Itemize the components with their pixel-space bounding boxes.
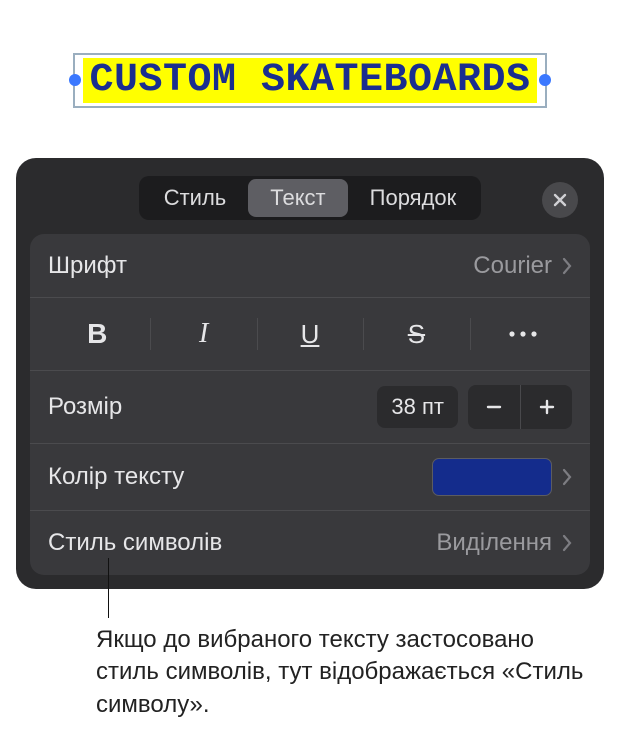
size-row: Розмір 38 пт [30,371,590,444]
size-decrease-button[interactable] [468,385,520,429]
text-color-value-container [432,458,572,496]
text-color-swatch[interactable] [432,458,552,496]
tab-order[interactable]: Порядок [348,179,479,217]
strikethrough-button[interactable]: S [363,310,469,358]
ellipsis-icon [507,329,539,339]
bold-button[interactable]: B [44,310,150,358]
tab-text[interactable]: Текст [248,179,347,217]
chevron-right-icon [562,257,572,275]
underline-button[interactable]: U [257,310,363,358]
character-style-row[interactable]: Стиль символів Виділення [30,511,590,575]
sample-text[interactable]: CUSTOM SKATEBOARDS [83,58,536,103]
italic-button[interactable]: I [150,310,256,358]
tab-bar: Стиль Текст Порядок [16,168,604,234]
close-icon [552,192,568,208]
chevron-right-icon [562,468,572,486]
format-panel: Стиль Текст Порядок Шрифт Courier B I [16,158,604,589]
chevron-right-icon [562,534,572,552]
style-buttons-row: B I U S [30,298,590,371]
minus-icon [485,398,503,416]
size-value-field[interactable]: 38 пт [377,386,458,428]
close-button[interactable] [542,182,578,218]
tabs-segmented-control: Стиль Текст Порядок [139,176,482,220]
size-label: Розмір [48,393,122,421]
text-section: Шрифт Courier B I U S [30,234,590,575]
font-row[interactable]: Шрифт Courier [30,234,590,298]
size-increase-button[interactable] [520,385,572,429]
tab-style[interactable]: Стиль [142,179,249,217]
callout-text: Якщо до вибраного тексту застосовано сти… [96,624,598,721]
plus-icon [538,398,556,416]
underline-icon: U [301,319,320,350]
character-style-label: Стиль символів [48,529,222,557]
text-color-row[interactable]: Колір тексту [30,444,590,511]
character-style-value: Виділення [436,529,552,557]
callout-leader-line [108,558,109,618]
selected-textbox[interactable]: CUSTOM SKATEBOARDS [73,53,546,108]
size-controls: 38 пт [377,385,572,429]
canvas-area: CUSTOM SKATEBOARDS [0,0,620,160]
selection-handle-left[interactable] [69,74,81,86]
size-stepper [468,385,572,429]
italic-icon: I [199,318,208,350]
font-value-container: Courier [473,252,572,280]
more-options-button[interactable] [470,310,576,358]
text-color-label: Колір тексту [48,463,184,491]
font-value: Courier [473,252,552,280]
font-label: Шрифт [48,252,127,280]
selection-handle-right[interactable] [539,74,551,86]
strikethrough-icon: S [408,319,425,350]
character-style-value-container: Виділення [436,529,572,557]
bold-icon: B [87,318,107,350]
